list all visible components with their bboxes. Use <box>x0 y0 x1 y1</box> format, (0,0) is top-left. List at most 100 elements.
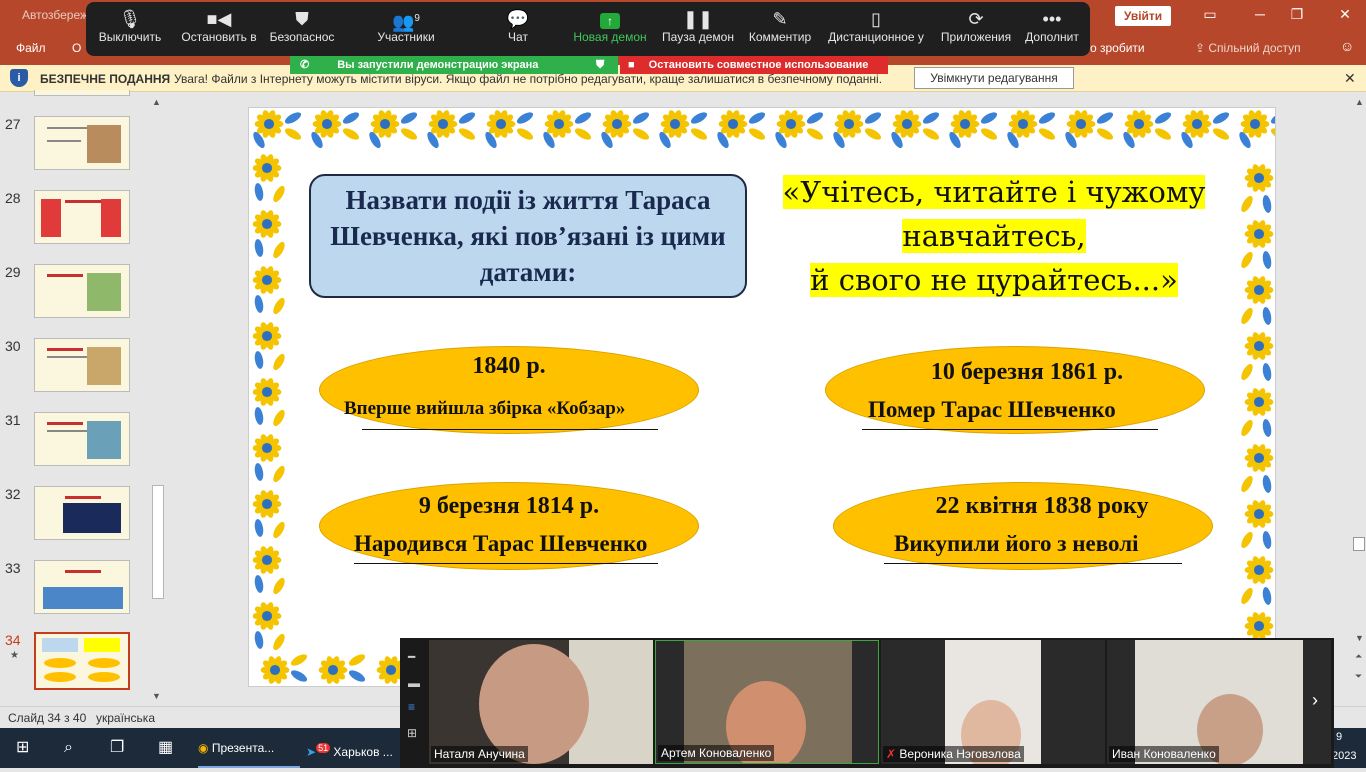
tab-tell-me[interactable]: о зробити <box>1090 41 1145 55</box>
thumbnail-image <box>34 264 130 318</box>
scrollbar-thumb[interactable] <box>152 485 164 599</box>
next-slide-icon[interactable]: ⏷ <box>1355 671 1362 682</box>
thumbnail-image <box>34 338 130 392</box>
gallery-view-icon[interactable]: ⊞ <box>407 726 417 740</box>
protected-view-title: БЕЗПЕЧНЕ ПОДАННЯ <box>40 72 171 86</box>
video-tile-1[interactable]: Наталя Анучина <box>429 640 653 764</box>
security-button[interactable]: ⛊ Безопаснос <box>266 2 338 56</box>
scrollbar-thumb[interactable] <box>1353 537 1365 551</box>
event-description: Вперше вийшла збірка «Кобзар» <box>344 398 626 419</box>
new-share-button[interactable]: ↑ Новая демон <box>570 2 650 56</box>
language-indicator[interactable]: українська <box>96 711 155 725</box>
thumbnail-31[interactable]: 31 <box>0 412 150 476</box>
leaf-ornament <box>574 112 592 124</box>
taskbar-telegram[interactable]: ➤ 51 Харьков ... <box>306 728 398 768</box>
thumbnail-33[interactable]: 33 <box>0 560 150 624</box>
clock-date[interactable]: 2023 <box>1332 750 1356 762</box>
thumbnail-partial <box>34 90 130 96</box>
thumbnail-27[interactable]: 27 <box>0 116 150 180</box>
slide-scrollbar[interactable]: ▲ ▼ ⏶ ⏷ <box>1352 95 1366 705</box>
leaf-ornament <box>1154 112 1172 124</box>
microphone-icon: 🎙 <box>118 9 142 29</box>
tab-file[interactable]: Файл <box>16 41 46 55</box>
windows-start-icon[interactable]: ⊞ <box>16 728 29 768</box>
chat-button[interactable]: 💬 Чат <box>496 2 540 56</box>
share-button[interactable]: ⇪ Спільний доступ <box>1195 41 1301 55</box>
strip-view-icon[interactable]: ≡ <box>408 700 415 714</box>
tab-home[interactable]: О <box>72 41 81 55</box>
thumbnail-32[interactable]: 32 <box>0 486 150 550</box>
video-tile-2[interactable]: Артем Коноваленко <box>655 640 879 764</box>
next-page-icon[interactable]: › <box>1312 690 1318 711</box>
leaf-ornament <box>516 112 534 124</box>
annotate-button[interactable]: ✎ Комментир <box>746 2 814 56</box>
previous-slide-icon[interactable]: ⏶ <box>1355 651 1362 662</box>
stop-share-button[interactable]: ■ Остановить совместное использование <box>620 56 888 74</box>
maximize-icon[interactable]: ❐ <box>1287 6 1307 23</box>
thumbnail-34[interactable]: 34 ★ <box>0 632 150 696</box>
pause-share-button[interactable]: ❚❚ Пауза демон <box>660 2 736 56</box>
leaf-ornament <box>1241 195 1253 213</box>
sunflower-ornament <box>252 490 282 518</box>
sign-in-button[interactable]: Увійти <box>1115 6 1171 26</box>
video-tile-3[interactable]: ✗ Вероника Нэговэлова <box>881 640 1105 764</box>
shield-icon: ⛊ <box>295 9 309 29</box>
leaf-ornament <box>632 112 650 124</box>
ribbon-display-icon[interactable]: ▭ <box>1200 6 1220 23</box>
thumbnails-scrollbar[interactable]: ▲ ▼ <box>150 95 166 703</box>
enable-editing-button[interactable]: Увімкнути редагування <box>914 67 1074 89</box>
leaf-ornament <box>273 521 285 539</box>
leaf-ornament <box>400 112 418 124</box>
thumbnail-image <box>34 116 130 170</box>
thumbnail-28[interactable]: 28 <box>0 190 150 254</box>
event-oval-1840: 1840 р. Вперше вийшла збірка «Кобзар» <box>319 346 699 434</box>
event-date: 1840 р. <box>472 353 546 379</box>
minimize-strip-icon[interactable]: ━ <box>408 650 415 664</box>
leaf-ornament <box>254 239 264 257</box>
leaf-ornament <box>254 575 264 593</box>
clock-time[interactable]: 9 <box>1336 731 1342 743</box>
calculator-icon[interactable]: ▦ <box>158 728 173 768</box>
search-icon[interactable]: ⌕ <box>64 728 73 768</box>
leaf-ornament <box>1262 419 1272 437</box>
leaf-ornament <box>342 112 360 124</box>
remote-control-button[interactable]: ▯ Дистанционное у <box>826 2 926 56</box>
sunflower-ornament <box>252 266 282 294</box>
single-view-icon[interactable]: ▬ <box>408 676 420 690</box>
thumbnail-image <box>34 560 130 614</box>
event-underline <box>862 429 1158 430</box>
apps-button[interactable]: ⟳ Приложения <box>938 2 1014 56</box>
leaf-ornament <box>348 670 366 682</box>
apps-icon: ⟳ <box>968 9 984 29</box>
telegram-badge: 51 <box>316 743 331 753</box>
scroll-up-icon[interactable]: ▲ <box>1355 97 1364 107</box>
thumbnail-29[interactable]: 29 <box>0 264 150 328</box>
event-date: 9 березня 1814 р. <box>418 493 600 519</box>
thumbnail-image <box>34 486 130 540</box>
thumbnail-30[interactable]: 30 <box>0 338 150 402</box>
taskbar-chrome[interactable]: ◉ Презента... <box>198 728 300 768</box>
task-view-icon[interactable]: ❐ <box>110 728 124 768</box>
event-date: 22 квітня 1838 року <box>935 493 1149 519</box>
scroll-down-icon[interactable]: ▼ <box>1355 633 1364 643</box>
leaf-ornament <box>1241 419 1253 437</box>
scroll-down-icon[interactable]: ▼ <box>152 691 161 701</box>
event-underline <box>884 563 1182 564</box>
protected-view-shield-icon: i <box>10 69 28 87</box>
leaf-ornament <box>1241 531 1253 549</box>
leaf-ornament <box>1241 251 1253 269</box>
minimize-icon[interactable]: ─ <box>1250 6 1270 22</box>
stop-video-button[interactable]: ■◀ Остановить в <box>176 2 262 56</box>
leaf-ornament <box>290 654 308 666</box>
event-oval-1838: 22 квітня 1838 року Викупили його з нево… <box>833 482 1213 570</box>
participant-name: Артем Коноваленко <box>658 745 775 761</box>
comments-icon[interactable]: ☺ <box>1340 38 1354 54</box>
leaf-ornament <box>284 128 302 140</box>
participants-button[interactable]: 👥9 Участники <box>368 2 444 56</box>
close-window-icon[interactable]: ✕ <box>1335 6 1355 23</box>
video-tile-4[interactable]: Иван Коноваленко <box>1107 640 1331 764</box>
mute-button[interactable]: 🎙 Выключить <box>96 2 164 56</box>
close-bar-icon[interactable]: ✕ <box>1344 70 1356 87</box>
scroll-up-icon[interactable]: ▲ <box>152 97 161 107</box>
more-button[interactable]: ••• Дополнит <box>1022 2 1082 56</box>
